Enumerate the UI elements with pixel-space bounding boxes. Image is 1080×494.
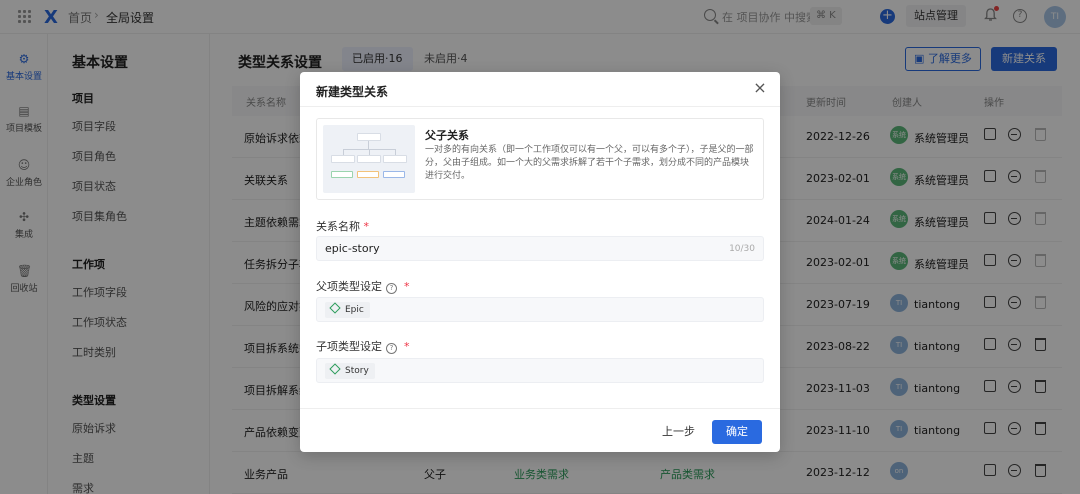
help-circle-icon[interactable]: ?	[386, 343, 397, 354]
parent-type-label: 父项类型设定? *	[316, 278, 410, 294]
required-mark: *	[404, 340, 410, 353]
input-value: epic-story	[325, 242, 380, 255]
child-type-chip[interactable]: Story	[325, 363, 375, 379]
confirm-button[interactable]: 确定	[712, 420, 762, 444]
previous-step-button[interactable]: 上一步	[652, 420, 705, 444]
divider	[300, 106, 780, 107]
required-mark: *	[404, 280, 410, 293]
new-relation-dialog: 新建类型关系 × 父子关系 一对多的有向关系（即一个工作项仅可以有一个父，可以有…	[300, 72, 780, 452]
chip-label: Epic	[345, 305, 364, 315]
child-type-select[interactable]: Story	[316, 358, 764, 383]
child-type-label: 子项类型设定? *	[316, 338, 410, 354]
relation-type-card[interactable]: 父子关系 一对多的有向关系（即一个工作项仅可以有一个父，可以有多个子），子是父的…	[316, 118, 764, 200]
label-text: 子项类型设定	[316, 340, 382, 353]
dialog-title: 新建类型关系	[316, 85, 389, 99]
card-title: 父子关系	[425, 129, 469, 142]
parent-type-select[interactable]: Epic	[316, 297, 764, 322]
type-diamond-icon	[329, 363, 341, 375]
label-text: 关系名称	[316, 220, 360, 233]
divider	[300, 408, 780, 409]
chip-label: Story	[345, 366, 369, 376]
char-counter: 10/30	[729, 244, 755, 254]
card-description: 一对多的有向关系（即一个工作项仅可以有一个父，可以有多个子），子是父的一部分，父…	[425, 145, 754, 181]
required-mark: *	[363, 220, 370, 233]
label-text: 父项类型设定	[316, 280, 382, 293]
hierarchy-illustration-icon	[323, 125, 415, 193]
parent-type-chip[interactable]: Epic	[325, 302, 370, 318]
help-circle-icon[interactable]: ?	[386, 283, 397, 294]
relation-name-label: 关系名称 *	[316, 218, 369, 234]
relation-name-input[interactable]: epic-story 10/30	[316, 236, 764, 261]
type-diamond-icon	[329, 302, 341, 314]
close-icon[interactable]: ×	[752, 80, 768, 96]
